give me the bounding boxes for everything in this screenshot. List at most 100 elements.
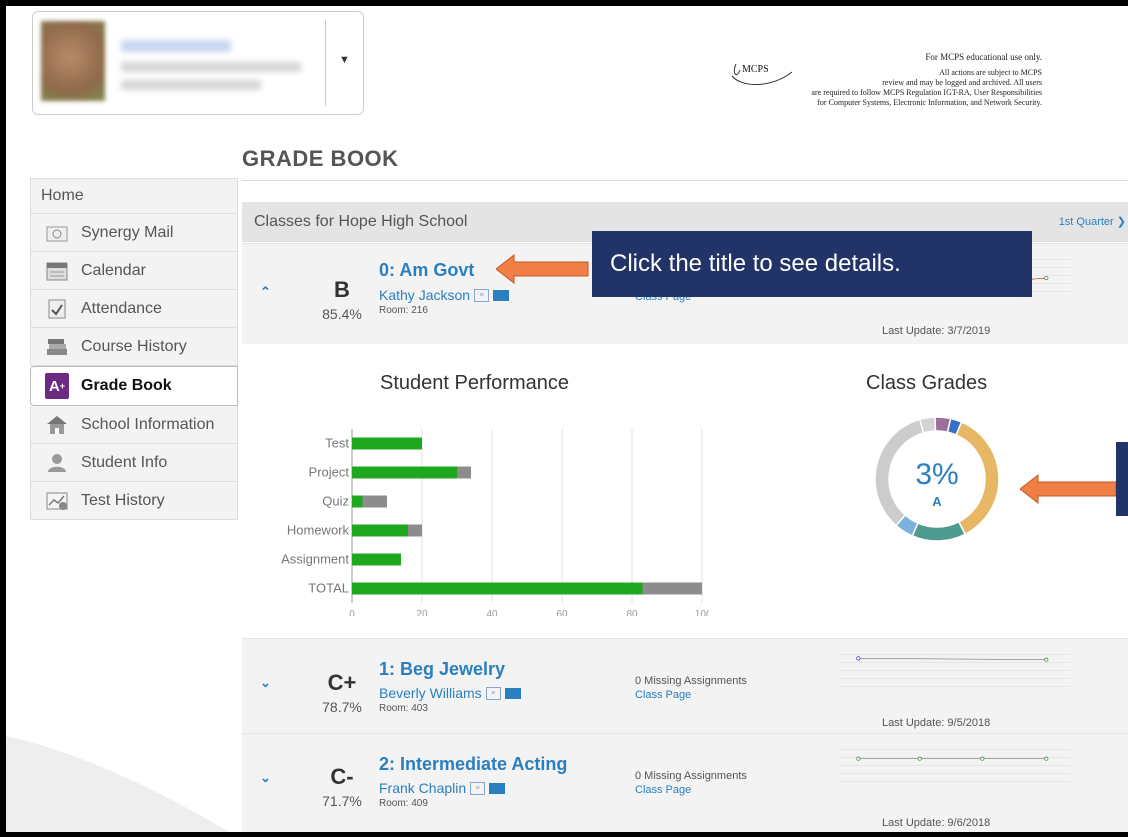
classes-header-title: Classes for Hope High School — [254, 213, 468, 230]
teacher-name-link[interactable]: Frank Chaplin — [379, 780, 466, 796]
sidebar-item-label: Course History — [81, 337, 187, 355]
room-number: Room: 409 — [379, 798, 428, 809]
class-percent: 85.4% — [322, 306, 362, 322]
class-row: ⌄ C- 71.7% 2: Intermediate Acting Frank … — [242, 733, 1128, 832]
missing-assignments: 0 Missing Assignments — [635, 675, 747, 687]
left-arrow-icon — [496, 254, 589, 284]
notice-line: All actions are subject to MCPS — [939, 68, 1042, 77]
email-icon[interactable] — [493, 289, 510, 301]
sidebar-item-school-information[interactable]: School Information — [30, 406, 238, 444]
room-number: Room: 403 — [379, 703, 428, 714]
school-icon — [45, 414, 69, 436]
missing-assignments: 0 Missing Assignments — [635, 770, 747, 782]
decorative-wave — [6, 736, 230, 832]
donut-slice — [934, 416, 952, 434]
class-grades-title: Class Grades — [866, 372, 988, 394]
x-tick-label: 60 — [556, 609, 568, 616]
teacher-name-link[interactable]: Beverly Williams — [379, 685, 482, 701]
sidebar-item-label: Home — [41, 187, 84, 204]
sidebar-item-label: Calendar — [81, 261, 146, 279]
mail-icon — [45, 222, 69, 244]
left-arrow-icon — [1020, 474, 1116, 504]
sidebar-item-attendance[interactable]: Attendance — [30, 290, 238, 328]
notice-line: for Computer Systems, Electronic Informa… — [817, 98, 1042, 107]
notice-line: are required to follow MCPS Regulation I… — [811, 88, 1042, 97]
contact-card-icon[interactable]: ≡ — [485, 686, 501, 700]
teacher-name-link[interactable]: Kathy Jackson — [379, 287, 470, 303]
class-page-link[interactable]: Class Page — [635, 784, 691, 796]
test-history-icon — [45, 490, 69, 512]
category-label: Quiz — [322, 494, 349, 509]
sidebar-item-label: Test History — [81, 491, 165, 509]
email-icon[interactable] — [504, 687, 521, 699]
sidebar-item-calendar[interactable]: Calendar — [30, 252, 238, 290]
bar-earned — [352, 553, 401, 566]
sidebar-item-synergy-mail[interactable]: Synergy Mail — [30, 214, 238, 252]
sidebar-item-label: Attendance — [81, 299, 162, 317]
chevron-down-icon[interactable]: ⌄ — [260, 675, 271, 691]
student-performance-chart: Test Project Quiz Homework Assignment TOTAL 0 2… — [281, 429, 710, 616]
blurred-user-name — [121, 40, 231, 52]
teacher: Beverly Williams ≡ — [379, 685, 521, 701]
quarter-selector[interactable]: 1st Quarter ❯ — [1059, 215, 1126, 228]
chevron-down-icon[interactable]: ▼ — [339, 54, 350, 66]
chevron-up-icon[interactable]: ⌃ — [260, 284, 271, 300]
callout-partial — [1116, 442, 1128, 516]
x-tick-label: 20 — [416, 609, 428, 616]
last-update: Last Update: 3/7/2019 — [882, 325, 991, 337]
books-icon — [45, 336, 69, 358]
donut-slice — [911, 520, 967, 542]
class-letter-grade: C+ — [327, 670, 357, 695]
sidebar-item-test-history[interactable]: Test History — [30, 482, 238, 520]
category-label: Test — [325, 436, 349, 451]
page-title: GRADE BOOK — [242, 146, 399, 171]
donut-letter: A — [932, 494, 942, 509]
sidebar-item-label: Student Info — [81, 453, 168, 471]
x-tick-label: 40 — [486, 609, 498, 616]
user-profile-box[interactable]: ▼ — [32, 11, 364, 115]
screen: ▼ MCPS For MCPS educational use only. Al… — [6, 6, 1128, 832]
blurred-user-detail — [121, 62, 301, 72]
divider — [242, 180, 1128, 181]
bar-earned — [352, 495, 363, 508]
notice-line: review and may be logged and archived. A… — [882, 78, 1042, 87]
sidebar: Home Synergy Mail Calendar Attendance Co… — [30, 178, 238, 520]
student-icon — [45, 452, 69, 474]
usage-notice: For MCPS educational use only. All actio… — [746, 52, 1042, 108]
email-icon[interactable] — [489, 782, 506, 794]
class-page-link[interactable]: Class Page — [635, 689, 691, 701]
grade-trend-chart — [839, 749, 1071, 782]
x-tick-label: 0 — [349, 609, 355, 616]
sidebar-item-student-info[interactable]: Student Info — [30, 444, 238, 482]
blurred-user-detail — [121, 80, 261, 90]
sidebar-item-grade-book[interactable]: A + Grade Book — [30, 366, 238, 406]
notice-line: For MCPS educational use only. — [925, 52, 1042, 62]
class-percent: 71.7% — [322, 793, 362, 809]
class-title-link[interactable]: 0: Am Govt — [379, 260, 474, 281]
contact-card-icon[interactable]: ≡ — [470, 781, 486, 795]
class-title-link[interactable]: 2: Intermediate Acting — [379, 754, 567, 775]
teacher: Kathy Jackson ≡ — [379, 287, 510, 303]
bar-earned — [352, 437, 422, 450]
attendance-icon — [45, 298, 69, 320]
category-label: Homework — [287, 523, 350, 538]
donut-percent: 3% — [915, 458, 959, 491]
quarter-label: 1st Quarter — [1058, 216, 1114, 228]
callout-text: Click the title to see details. — [610, 250, 901, 277]
category-label: TOTAL — [308, 581, 349, 596]
class-percent: 78.7% — [322, 699, 362, 715]
gradebook-icon: A + — [45, 373, 69, 399]
class-letter-grade: C- — [330, 764, 354, 789]
class-letter-grade: B — [334, 277, 350, 302]
sidebar-item-home[interactable]: Home — [30, 178, 238, 214]
student-performance-title: Student Performance — [380, 372, 569, 394]
class-title-link[interactable]: 1: Beg Jewelry — [379, 659, 505, 680]
chevron-down-icon: ❯ — [1116, 216, 1126, 228]
sidebar-item-course-history[interactable]: Course History — [30, 328, 238, 366]
sidebar-item-label: Synergy Mail — [81, 223, 174, 241]
x-tick-label: 80 — [626, 609, 638, 616]
sidebar-item-label: Grade Book — [81, 377, 172, 394]
teacher: Frank Chaplin ≡ — [379, 780, 506, 796]
room-number: Room: 216 — [379, 305, 428, 316]
contact-card-icon[interactable]: ≡ — [474, 288, 490, 302]
